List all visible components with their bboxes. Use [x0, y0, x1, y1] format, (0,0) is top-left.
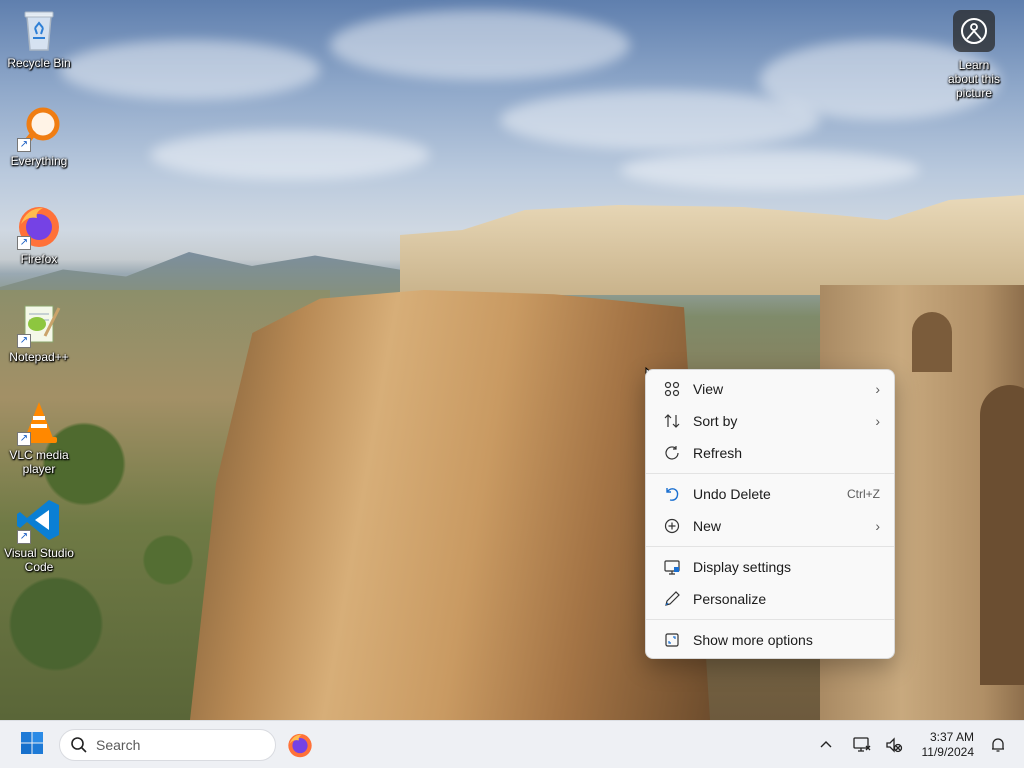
- display-icon: [662, 557, 682, 577]
- shortcut-arrow-icon: ↗: [17, 334, 31, 348]
- menu-separator: [646, 473, 894, 474]
- desktop-icon-vlc[interactable]: ↗ VLC media player: [1, 398, 77, 476]
- menu-item-label: Undo Delete: [693, 486, 771, 502]
- everything-search-icon: ↗: [15, 104, 63, 152]
- grid-icon: [662, 379, 682, 399]
- menu-item-display-settings[interactable]: Display settings: [650, 551, 890, 583]
- taskbar-app-firefox[interactable]: [286, 731, 314, 759]
- windows-logo-icon: [20, 731, 44, 760]
- menu-item-sort-by[interactable]: Sort by ›: [650, 405, 890, 437]
- desktop-icon-label: Notepad++: [9, 350, 69, 364]
- menu-item-label: Refresh: [693, 445, 743, 461]
- shortcut-arrow-icon: ↗: [17, 432, 31, 446]
- desktop-icon-label: Everything: [10, 154, 68, 168]
- desktop-icon-label: VLC media player: [9, 448, 69, 476]
- clock-time: 3:37 AM: [929, 730, 974, 744]
- chevron-right-icon: ›: [875, 413, 880, 429]
- clock-date: 11/9/2024: [921, 745, 975, 759]
- menu-item-label: New: [693, 518, 722, 534]
- chevron-up-icon[interactable]: [812, 731, 840, 759]
- desktop-icon-label: Learn about this picture: [947, 58, 1001, 100]
- expand-icon: [662, 630, 682, 650]
- menu-separator: [646, 619, 894, 620]
- network-icon[interactable]: [848, 731, 876, 759]
- desktop-icon-label: Recycle Bin: [7, 56, 71, 70]
- recycle-bin-icon: [15, 6, 63, 54]
- menu-item-label: Display settings: [693, 559, 792, 575]
- taskbar-clock[interactable]: 3:37 AM 11/9/2024: [922, 730, 975, 760]
- bell-icon[interactable]: [984, 731, 1012, 759]
- menu-separator: [646, 546, 894, 547]
- system-tray: 3:37 AM 11/9/2024: [810, 721, 1024, 768]
- desktop-icon-firefox[interactable]: ↗ Firefox: [1, 202, 77, 266]
- camera-info-icon: [953, 10, 995, 52]
- taskbar: Search 3:37 AM 11/9/2024: [0, 720, 1024, 768]
- vlc-icon: ↗: [15, 398, 63, 446]
- shortcut-label: Ctrl+Z: [847, 487, 880, 501]
- desktop-icon-label: Firefox: [20, 252, 58, 266]
- firefox-icon: ↗: [15, 202, 63, 250]
- desktop-icon-notepad-plus-plus[interactable]: ↗ Notepad++: [1, 300, 77, 364]
- refresh-icon: [662, 443, 682, 463]
- menu-item-new[interactable]: New ›: [650, 510, 890, 542]
- menu-item-show-more-options[interactable]: Show more options: [650, 624, 890, 656]
- chevron-right-icon: ›: [875, 381, 880, 397]
- shortcut-arrow-icon: ↗: [17, 236, 31, 250]
- menu-item-label: Show more options: [693, 632, 813, 648]
- menu-item-view[interactable]: View ›: [650, 373, 890, 405]
- menu-item-personalize[interactable]: Personalize: [650, 583, 890, 615]
- taskbar-search-box[interactable]: Search: [59, 729, 276, 761]
- firefox-icon: [286, 733, 314, 763]
- menu-item-label: Sort by: [693, 413, 738, 429]
- plus-circle-icon: [662, 516, 682, 536]
- shortcut-arrow-icon: ↗: [17, 530, 31, 544]
- shortcut-arrow-icon: ↗: [17, 138, 31, 152]
- notepad-plus-plus-icon: ↗: [15, 300, 63, 348]
- desktop-icon-vscode[interactable]: ↗ Visual Studio Code: [1, 496, 77, 574]
- menu-item-refresh[interactable]: Refresh: [650, 437, 890, 469]
- desktop-icon-label: Visual Studio Code: [4, 546, 74, 574]
- menu-item-label: Personalize: [693, 591, 767, 607]
- undo-icon: [662, 484, 682, 504]
- start-button[interactable]: [14, 731, 50, 759]
- desktop-context-menu: View › Sort by › Refresh Undo Delete Ctr…: [645, 369, 895, 659]
- desktop-icon-recycle-bin[interactable]: Recycle Bin: [1, 6, 77, 70]
- pen-icon: [662, 589, 682, 609]
- learn-about-this-picture[interactable]: Learn about this picture: [936, 10, 1012, 100]
- volume-muted-icon[interactable]: [880, 731, 908, 759]
- search-placeholder: Search: [96, 737, 141, 753]
- sort-icon: [662, 411, 682, 431]
- vscode-icon: ↗: [15, 496, 63, 544]
- chevron-right-icon: ›: [875, 518, 880, 534]
- menu-item-undo-delete[interactable]: Undo Delete Ctrl+Z: [650, 478, 890, 510]
- menu-item-label: View: [693, 381, 724, 397]
- desktop-icon-everything[interactable]: ↗ Everything: [1, 104, 77, 168]
- search-icon: [70, 736, 88, 754]
